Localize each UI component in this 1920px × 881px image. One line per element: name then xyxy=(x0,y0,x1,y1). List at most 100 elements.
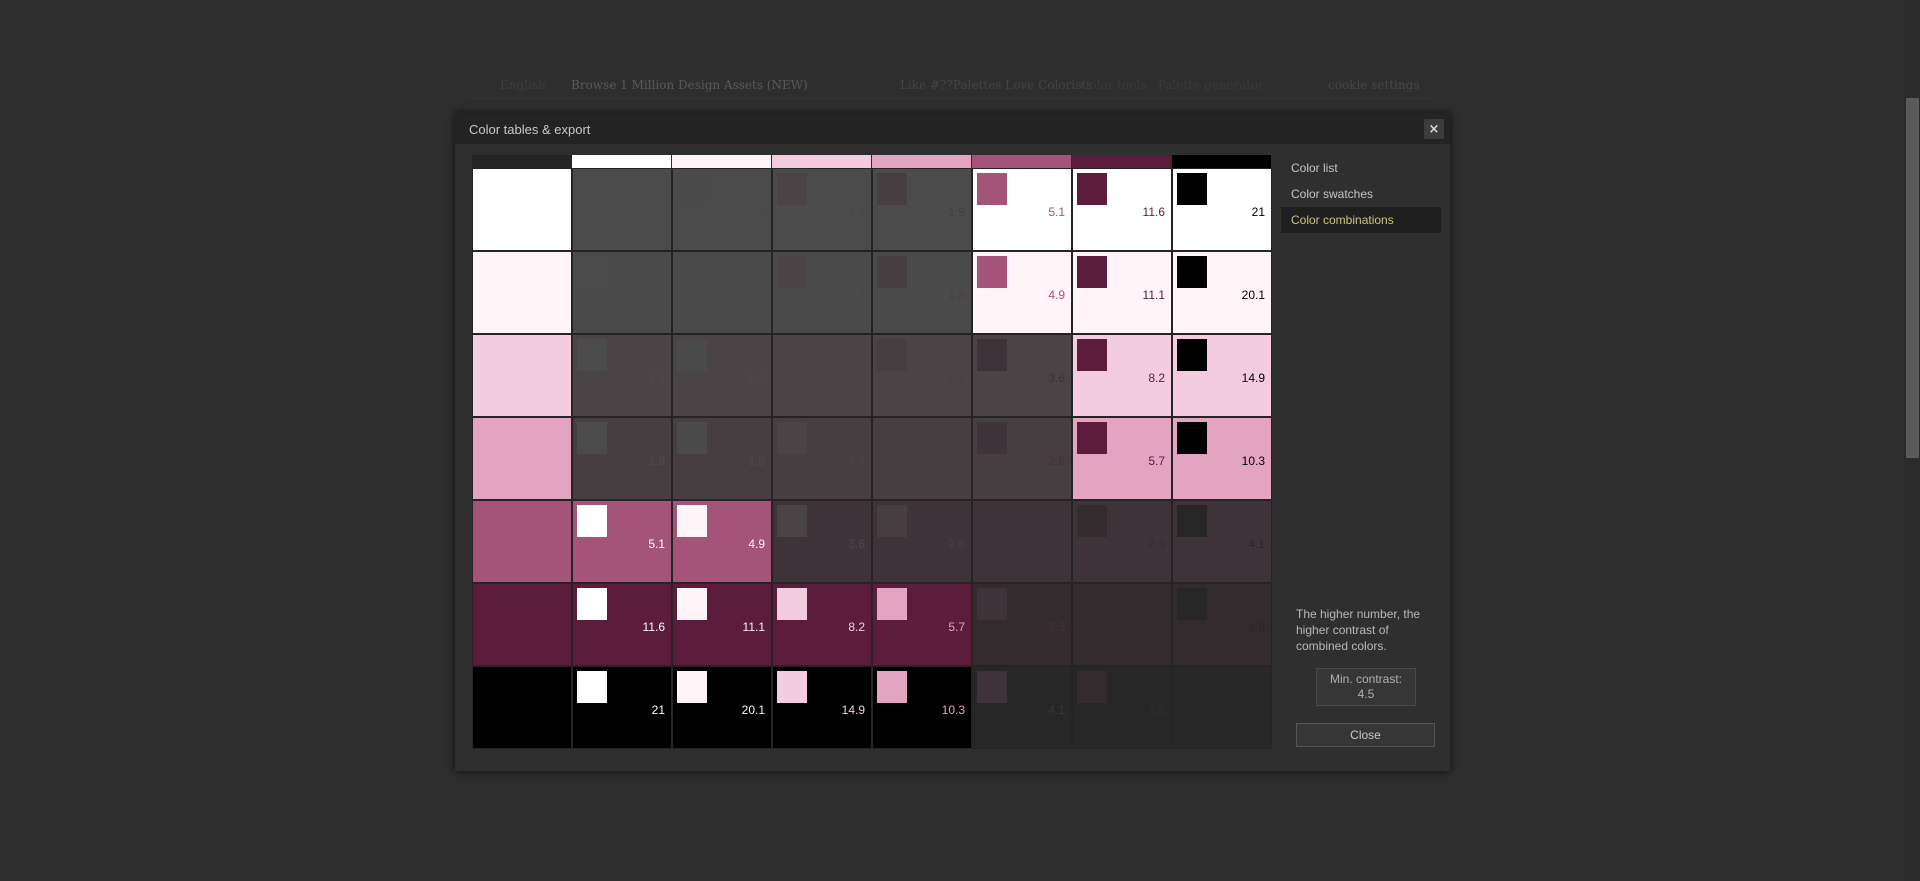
contrast-cell[interactable]: 11.1 xyxy=(1072,251,1172,334)
low-contrast-overlay xyxy=(773,335,871,416)
text-color-swatch xyxy=(1177,422,1207,454)
contrast-value: 11.6 xyxy=(1142,205,1165,219)
contrast-cell[interactable]: 1 xyxy=(672,168,772,251)
contrast-cell[interactable]: 21 xyxy=(1172,168,1272,251)
contrast-value: 5.1 xyxy=(648,537,665,551)
column-header-swatch xyxy=(672,155,771,168)
contrast-cell[interactable]: 3.6 xyxy=(972,334,1072,417)
contrast-cell[interactable]: 2.6 xyxy=(872,500,972,583)
row-label-swatch xyxy=(472,168,572,251)
text-color-swatch xyxy=(977,173,1007,205)
low-contrast-overlay xyxy=(973,584,1071,665)
contrast-cell[interactable]: 10.3 xyxy=(872,666,972,749)
column-header-swatch xyxy=(1172,155,1271,168)
color-tables-dialog: Color tables & export × 111.41.95.111.62… xyxy=(455,113,1450,771)
low-contrast-overlay xyxy=(773,252,871,333)
text-color-swatch xyxy=(577,671,607,703)
contrast-cell[interactable]: 1.9 xyxy=(872,168,972,251)
text-color-swatch xyxy=(1077,256,1107,288)
contrast-cell[interactable]: 4.1 xyxy=(1172,500,1272,583)
bg-tools-link: Color tools · Palette generator xyxy=(1080,78,1265,92)
close-icon[interactable]: × xyxy=(1424,119,1444,139)
contrast-cell[interactable]: 1.8 xyxy=(1072,666,1172,749)
text-color-swatch xyxy=(577,505,607,537)
text-color-swatch xyxy=(1077,422,1107,454)
row-label-swatch xyxy=(472,417,572,500)
contrast-cell[interactable]: 5.1 xyxy=(572,500,672,583)
low-contrast-overlay xyxy=(1073,584,1171,665)
text-color-swatch xyxy=(977,256,1007,288)
menu-item-color-swatches[interactable]: Color swatches xyxy=(1281,181,1441,207)
contrast-cell[interactable]: 4.9 xyxy=(972,251,1072,334)
low-contrast-overlay xyxy=(873,169,971,250)
contrast-cell[interactable]: 1 xyxy=(672,251,772,334)
contrast-cell[interactable]: 2.3 xyxy=(972,583,1072,666)
low-contrast-overlay xyxy=(573,335,671,416)
close-button[interactable]: Close xyxy=(1296,723,1435,747)
text-color-swatch xyxy=(877,588,907,620)
contrast-cell[interactable]: 3.6 xyxy=(772,500,872,583)
contrast-cell[interactable]: 5.7 xyxy=(872,583,972,666)
contrast-cell[interactable]: 5.7 xyxy=(1072,417,1172,500)
contrast-cell[interactable]: 1 xyxy=(872,417,972,500)
contrast-cell[interactable]: 1.3 xyxy=(672,334,772,417)
menu-item-color-combinations[interactable]: Color combinations xyxy=(1281,207,1441,233)
contrast-cell[interactable]: 2.6 xyxy=(972,417,1072,500)
bg-cookie-link: cookie settings xyxy=(1328,78,1420,92)
min-contrast-button[interactable]: Min. contrast: 4.5 xyxy=(1316,668,1416,706)
contrast-cell[interactable]: 1.8 xyxy=(672,417,772,500)
contrast-cell[interactable]: 14.9 xyxy=(772,666,872,749)
contrast-cell[interactable]: 10.3 xyxy=(1172,417,1272,500)
text-color-swatch xyxy=(1177,256,1207,288)
contrast-cell[interactable]: 21 xyxy=(572,666,672,749)
contrast-cell[interactable]: 20.1 xyxy=(672,666,772,749)
text-color-swatch xyxy=(777,588,807,620)
contrast-cell[interactable]: 1 xyxy=(572,251,672,334)
contrast-cell[interactable]: 1 xyxy=(1072,583,1172,666)
contrast-cell[interactable]: 8.2 xyxy=(772,583,872,666)
contrast-cell[interactable]: 4.9 xyxy=(672,500,772,583)
contrast-cell[interactable]: 5.1 xyxy=(972,168,1072,251)
min-contrast-label: Min. contrast: xyxy=(1329,672,1403,686)
low-contrast-overlay xyxy=(673,169,771,250)
contrast-cell[interactable]: 1.4 xyxy=(872,334,972,417)
bg-divider xyxy=(470,98,1430,99)
contrast-value: 20.1 xyxy=(741,703,765,717)
contrast-cell[interactable]: 1.4 xyxy=(772,417,872,500)
contrast-cell[interactable]: 1 xyxy=(972,500,1072,583)
contrast-cell[interactable]: 1.3 xyxy=(772,251,872,334)
low-contrast-overlay xyxy=(1173,667,1271,748)
row-label-swatch xyxy=(472,500,572,583)
low-contrast-overlay xyxy=(573,252,671,333)
contrast-value: 11.6 xyxy=(642,620,665,634)
contrast-cell[interactable]: 1 xyxy=(772,334,872,417)
contrast-cell[interactable]: 11.1 xyxy=(672,583,772,666)
contrast-cell[interactable]: 2.3 xyxy=(1072,500,1172,583)
contrast-cell[interactable]: 8.2 xyxy=(1072,334,1172,417)
low-contrast-overlay xyxy=(1173,501,1271,582)
contrast-cell[interactable]: 1.4 xyxy=(772,168,872,251)
contrast-cell[interactable]: 20.1 xyxy=(1172,251,1272,334)
min-contrast-value: 4.5 xyxy=(1357,687,1375,701)
contrast-cell[interactable]: 11.6 xyxy=(572,583,672,666)
scroll-thumb[interactable] xyxy=(1906,98,1919,458)
low-contrast-overlay xyxy=(973,418,1071,499)
contrast-value: 21 xyxy=(1251,205,1265,219)
text-color-swatch xyxy=(1077,339,1107,371)
low-contrast-overlay xyxy=(773,501,871,582)
low-contrast-overlay xyxy=(773,418,871,499)
contrast-cell[interactable]: 11.6 xyxy=(1072,168,1172,251)
contrast-value: 4.9 xyxy=(748,537,765,551)
contrast-cell[interactable]: 14.9 xyxy=(1172,334,1272,417)
contrast-cell[interactable]: 4.1 xyxy=(972,666,1072,749)
menu-item-color-list[interactable]: Color list xyxy=(1281,155,1441,181)
text-color-swatch xyxy=(577,588,607,620)
contrast-cell[interactable]: 1.8 xyxy=(1172,583,1272,666)
page-scrollbar[interactable] xyxy=(1904,0,1920,881)
contrast-cell[interactable]: 1.9 xyxy=(572,417,672,500)
contrast-cell[interactable]: 1.8 xyxy=(872,251,972,334)
contrast-cell[interactable]: 1.4 xyxy=(572,334,672,417)
text-color-swatch xyxy=(1177,173,1207,205)
contrast-cell[interactable]: 1 xyxy=(572,168,672,251)
contrast-cell[interactable]: 1 xyxy=(1172,666,1272,749)
